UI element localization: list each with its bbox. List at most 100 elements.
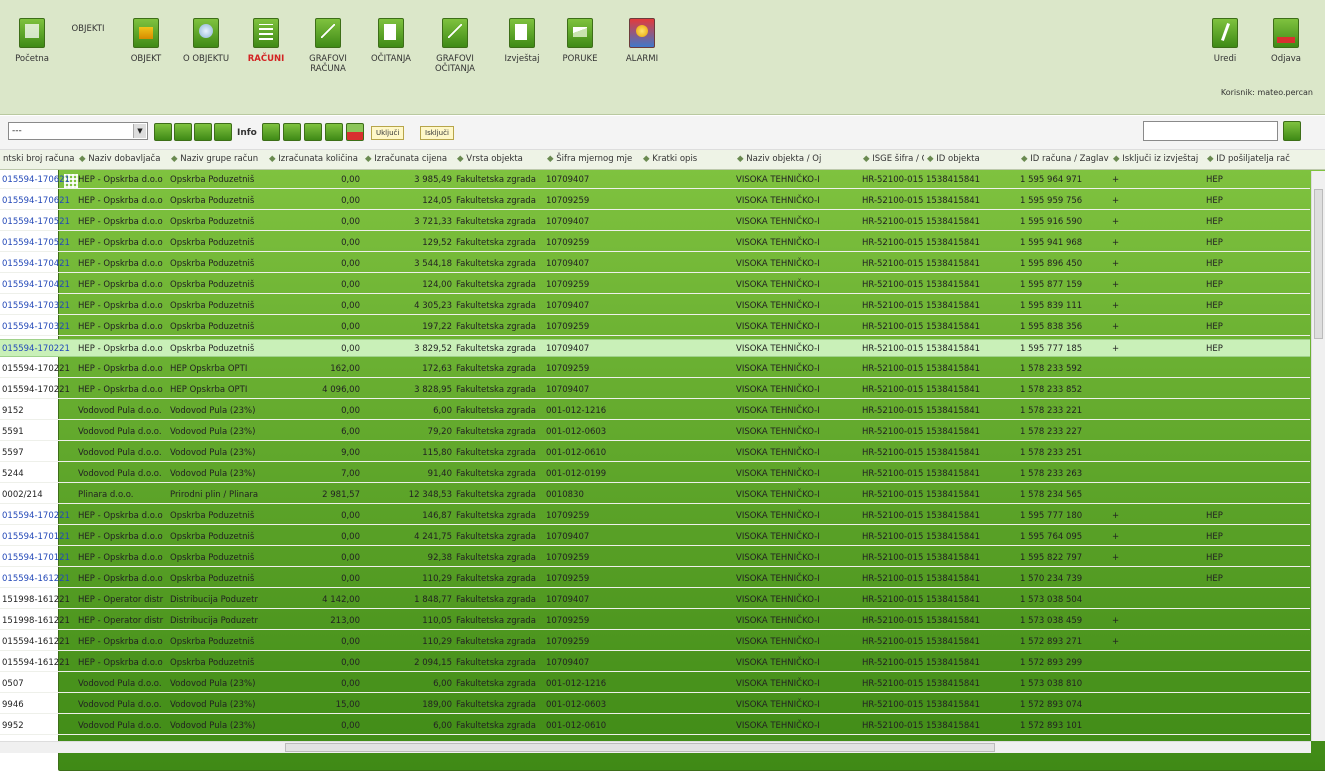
table-cell[interactable]: 015594-170521 [0, 234, 76, 252]
table-row[interactable]: 9152 Vodovod Pula d.o.o. Vodovod Pula (23%… [0, 402, 1310, 420]
table-row[interactable]: 015594-161221 HEP - Opskrba d.o.o Opskrba … [0, 654, 1310, 672]
table-cell[interactable]: 015594-170421 [0, 255, 76, 273]
nav-item-8[interactable]: Izvještaj [492, 18, 552, 64]
table-cell[interactable]: 015594-170621 [0, 192, 76, 210]
nav-item-6[interactable]: OČITANJA [361, 18, 421, 64]
search-filter-icon[interactable] [174, 123, 192, 141]
nav-item-odjava[interactable]: Odjava [1256, 18, 1316, 64]
table-cell[interactable]: 151998-161221 [0, 612, 76, 630]
table-cell[interactable]: 9952 [0, 717, 76, 735]
sort-icon[interactable]: ◆ [737, 154, 746, 164]
table-row[interactable]: 015594-161221 HEP - Opskrba d.o.o Opskrba … [0, 633, 1310, 651]
table-cell[interactable]: 015594-170221 [0, 340, 76, 358]
table-row[interactable]: 151998-161221 HEP - Operator distr Distrib… [0, 591, 1310, 609]
sort-icon[interactable]: ◆ [643, 154, 652, 164]
table-cell[interactable]: 0507 [0, 675, 76, 693]
table-row[interactable]: 5597 Vodovod Pula d.o.o. Vodovod Pula (23%… [0, 444, 1310, 462]
table-row[interactable]: 015594-170321 HEP - Opskrba d.o.o Opskrba … [0, 297, 1310, 315]
nav-item-7[interactable]: GRAFOVI OČITANJA [425, 18, 485, 74]
table-row[interactable]: 015594-170521 HEP - Opskrba d.o.o Opskrba … [0, 234, 1310, 252]
nav-item-3[interactable]: O OBJEKTU [176, 18, 236, 64]
table-row[interactable]: 015594-170121 HEP - Opskrba d.o.o Opskrba … [0, 528, 1310, 546]
table-row[interactable]: 151998-161221 HEP - Operator distr Distrib… [0, 612, 1310, 630]
table-cell[interactable]: 015594-170321 [0, 318, 76, 336]
sort-icon[interactable]: ◆ [927, 154, 936, 164]
table-cell[interactable]: 015594-170521 [0, 213, 76, 231]
table-row[interactable]: 0507 Vodovod Pula d.o.o. Vodovod Pula (23%… [0, 675, 1310, 693]
column-header[interactable]: ◆ ID pošiljatelja rač [1204, 150, 1310, 169]
table-row[interactable]: 015594-170421 HEP - Opskrba d.o.o Opskrba … [0, 276, 1310, 294]
column-header[interactable]: ◆ Izračunata količina [266, 150, 362, 169]
table-row[interactable]: 015594-170321 HEP - Opskrba d.o.o Opskrba … [0, 318, 1310, 336]
nav-item-1[interactable]: OBJEKTI [58, 18, 1325, 771]
table-cell[interactable]: 015594-161221 [0, 633, 76, 651]
vertical-scroll-thumb[interactable] [1314, 189, 1323, 339]
sort-icon[interactable]: ◆ [1207, 154, 1216, 164]
export-icon[interactable] [194, 123, 212, 141]
table-cell[interactable]: 015594-170621 [0, 171, 76, 189]
horizontal-scroll-thumb[interactable] [285, 743, 995, 752]
nav-item-10[interactable]: ALARMI [612, 18, 672, 64]
column-header[interactable]: ◆ ID računa / Zaglav [1018, 150, 1110, 169]
table-cell[interactable]: 015594-170421 [0, 276, 76, 294]
delete-icon[interactable] [346, 123, 364, 141]
table-cell[interactable]: 151998-161221 [0, 591, 76, 609]
table-cell[interactable]: 015594-170121 [0, 549, 76, 567]
table-cell[interactable]: 0002/214 [0, 486, 76, 504]
table-cell[interactable]: 015594-170221 [0, 507, 76, 525]
sort-icon[interactable]: ◆ [171, 154, 180, 164]
sort-icon[interactable]: ◆ [79, 154, 88, 164]
table-cell[interactable]: 015594-170221 [0, 381, 76, 399]
view-select[interactable]: --- ▼ [8, 122, 148, 140]
table-row[interactable]: 5244 Vodovod Pula d.o.o. Vodovod Pula (23%… [0, 465, 1310, 483]
column-header[interactable]: ◆ Vrsta objekta [454, 150, 544, 169]
include-button[interactable]: Uključi [371, 126, 405, 140]
table-row[interactable]: 015594-170221 HEP - Opskrba d.o.o Opskrba … [0, 339, 1310, 357]
column-header[interactable]: ◆ Šifra mjernog mje [544, 150, 640, 169]
table-row[interactable]: 015594-161221 HEP - Opskrba d.o.o Opskrba … [0, 570, 1310, 588]
table-cell[interactable]: 5244 [0, 465, 76, 483]
nav-item-4[interactable]: RAČUNI [236, 18, 296, 64]
search-input[interactable] [1143, 121, 1278, 141]
nav-item-uredi[interactable]: Uredi [1195, 18, 1255, 64]
sort-icon[interactable]: ◆ [1021, 154, 1030, 164]
search-icon[interactable] [1283, 121, 1301, 141]
table-cell[interactable]: 5591 [0, 423, 76, 441]
table-row[interactable]: 015594-170221 HEP - Opskrba d.o.o HEP Opsk… [0, 360, 1310, 378]
column-header[interactable]: ◆ Naziv dobavljača [76, 150, 168, 169]
column-header[interactable]: ◆ ID objekta [924, 150, 1018, 169]
table-row[interactable]: 015594-170421 HEP - Opskrba d.o.o Opskrba … [0, 255, 1310, 273]
table-row[interactable]: 9946 Vodovod Pula d.o.o. Vodovod Pula (23%… [0, 696, 1310, 714]
table-cell[interactable]: 9152 [0, 402, 76, 420]
table-row[interactable]: 5591 Vodovod Pula d.o.o. Vodovod Pula (23%… [0, 423, 1310, 441]
column-header[interactable]: ◆ Izračunata cijena [362, 150, 454, 169]
column-header[interactable]: ◆ Naziv objekta / Oj [734, 150, 860, 169]
chevron-down-icon[interactable]: ▼ [133, 124, 146, 138]
sort-icon[interactable]: ◆ [1113, 154, 1122, 164]
table-cell[interactable]: 5597 [0, 444, 76, 462]
print-icon[interactable] [214, 123, 232, 141]
sort-icon[interactable]: ◆ [457, 154, 466, 164]
table-cell[interactable]: 9946 [0, 696, 76, 714]
table-row[interactable]: 015594-170221 HEP - Opskrba d.o.o HEP Opsk… [0, 381, 1310, 399]
excel-icon[interactable] [262, 123, 280, 141]
horizontal-scrollbar[interactable] [0, 741, 1311, 753]
table-row[interactable]: 015594-170621 HEP - Opskrba d.o.o Opskrba … [0, 171, 1310, 189]
table-cell[interactable]: 015594-161221 [0, 654, 76, 672]
table-row[interactable]: 015594-170121 HEP - Opskrba d.o.o Opskrba … [0, 549, 1310, 567]
column-header[interactable]: ntski broj računa [0, 150, 76, 169]
exclude-button[interactable]: Isključi [420, 126, 454, 140]
sort-icon[interactable]: ◆ [269, 154, 278, 164]
nav-item-5[interactable]: GRAFOVI RAČUNA [298, 18, 358, 74]
sort-icon[interactable]: ◆ [547, 154, 556, 164]
edit-row-icon[interactable] [325, 123, 343, 141]
column-header[interactable]: ◆ ISGE šifra / Opće [860, 150, 924, 169]
table-cell[interactable]: 015594-161221 [0, 570, 76, 588]
filter-icon[interactable] [154, 123, 172, 141]
table-row[interactable]: 015594-170621 HEP - Opskrba d.o.o Opskrba … [0, 192, 1310, 210]
sort-icon[interactable]: ◆ [365, 154, 374, 164]
nav-item-0[interactable]: Početna [2, 18, 62, 64]
columns-icon[interactable] [304, 123, 322, 141]
vertical-scrollbar[interactable] [1311, 171, 1325, 741]
nav-item-9[interactable]: PORUKE [550, 18, 610, 64]
